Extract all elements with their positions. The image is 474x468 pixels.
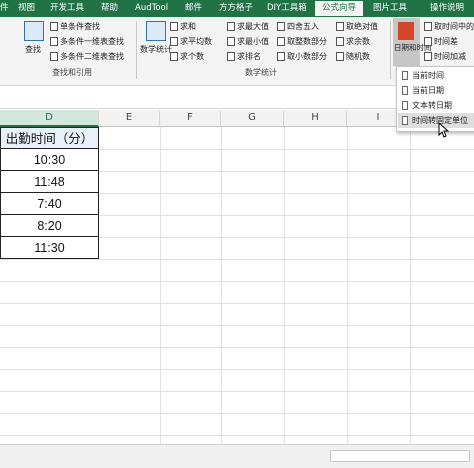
max-icon	[227, 22, 235, 31]
column-header-h[interactable]: H	[284, 110, 347, 127]
math-stat-button[interactable]: 数学统计	[140, 44, 172, 55]
table-row[interactable]: 8:20	[0, 215, 99, 237]
mod-button[interactable]: 求余数	[336, 36, 370, 47]
menu-item-current-date[interactable]: 当前日期	[398, 83, 474, 98]
sum-icon	[170, 22, 178, 31]
single-lookup-button[interactable]: 单条件查找	[50, 21, 100, 32]
mod-icon	[336, 37, 344, 46]
random-button[interactable]: 随机数	[336, 51, 370, 62]
tab-help[interactable]: 帮助	[101, 1, 118, 16]
math-stat-icon	[146, 21, 166, 41]
menu-item-current-time[interactable]: 当前时间	[398, 68, 474, 83]
date-time-button[interactable]: 日期和时间	[393, 18, 432, 66]
date-time-dropdown-menu: 当前时间 当前日期 文本转日期 时间转固定单位	[396, 66, 474, 132]
multi-1d-lookup-button[interactable]: 多条件一维表查找	[50, 36, 124, 47]
group-label-math: 数学统计	[245, 68, 277, 77]
current-date-icon	[402, 86, 408, 95]
lookup-button[interactable]: 查找	[25, 44, 41, 55]
round-icon	[277, 22, 285, 31]
text-to-date-icon	[402, 101, 408, 110]
column-header-g[interactable]: G	[221, 110, 284, 127]
tab-developer[interactable]: 开发工具	[50, 1, 84, 16]
table-row[interactable]: 10:30	[0, 149, 99, 171]
sum-button[interactable]: 求和	[170, 21, 196, 32]
min-icon	[227, 37, 235, 46]
multi-2d-lookup-button[interactable]: 多条件二维表查找	[50, 51, 124, 62]
round-button[interactable]: 四舍五入	[277, 21, 319, 32]
time-add-button[interactable]: 时间加减	[424, 51, 466, 62]
current-time-icon	[402, 71, 408, 80]
max-button[interactable]: 求最大值	[227, 21, 269, 32]
tab-fangfang[interactable]: 方方格子	[219, 1, 253, 16]
menu-item-time-to-unit[interactable]: 时间转固定单位	[398, 113, 474, 128]
count-button[interactable]: 求个数	[170, 51, 204, 62]
group-label-lookup: 查找和引用	[52, 68, 92, 77]
tab-formula-wizard[interactable]: 公式向导	[315, 1, 364, 16]
column-header-f[interactable]: F	[160, 110, 221, 127]
tab-mail[interactable]: 邮件	[185, 1, 202, 16]
rank-button[interactable]: 求排名	[227, 51, 261, 62]
time-diff-button[interactable]: 时间差	[424, 36, 458, 47]
abs-icon	[336, 22, 344, 31]
random-icon	[336, 52, 344, 61]
lookup-icon	[24, 21, 44, 41]
tab-file[interactable]: 件	[0, 1, 9, 16]
time-to-unit-icon	[402, 116, 408, 125]
scroll-thumb[interactable]	[330, 450, 470, 462]
time-extract-button[interactable]: 取时间中的	[424, 21, 474, 32]
min-button[interactable]: 求最小值	[227, 36, 269, 47]
horizontal-scrollbar[interactable]	[0, 444, 474, 468]
time-extract-icon	[424, 22, 432, 31]
table-row[interactable]: 7:40	[0, 193, 99, 215]
multi-1d-icon	[50, 37, 58, 46]
menu-item-text-to-date[interactable]: 文本转日期	[398, 98, 474, 113]
average-button[interactable]: 求平均数	[170, 36, 212, 47]
ribbon-tab-bar: 件 视图 开发工具 帮助 AudTool 邮件 方方格子 DIY工具箱 公式向导…	[0, 0, 474, 17]
table-row[interactable]: 11:30	[0, 237, 99, 259]
tab-picture-tools[interactable]: 图片工具	[373, 1, 407, 16]
decimal-part-icon	[277, 52, 285, 61]
time-diff-icon	[424, 37, 432, 46]
rank-icon	[227, 52, 235, 61]
mouse-cursor-icon	[438, 122, 450, 138]
table-header-cell[interactable]: 出勤时间（分）	[0, 127, 99, 149]
tab-diy-toolbox[interactable]: DIY工具箱	[267, 1, 307, 16]
multi-2d-icon	[50, 52, 58, 61]
tab-instructions[interactable]: 操作说明	[430, 1, 464, 16]
column-header-d[interactable]: D	[0, 110, 99, 127]
count-icon	[170, 52, 178, 61]
decimal-part-button[interactable]: 取小数部分	[277, 51, 327, 62]
calendar-icon	[398, 22, 414, 40]
table-row[interactable]: 11:48	[0, 171, 99, 193]
column-header-e[interactable]: E	[99, 110, 160, 127]
single-lookup-icon	[50, 22, 58, 31]
average-icon	[170, 37, 178, 46]
int-part-icon	[277, 37, 285, 46]
int-part-button[interactable]: 取整数部分	[277, 36, 327, 47]
abs-button[interactable]: 取绝对值	[336, 21, 378, 32]
tab-audtool[interactable]: AudTool	[135, 1, 168, 16]
time-add-icon	[424, 52, 432, 61]
tab-view[interactable]: 视图	[18, 1, 35, 16]
